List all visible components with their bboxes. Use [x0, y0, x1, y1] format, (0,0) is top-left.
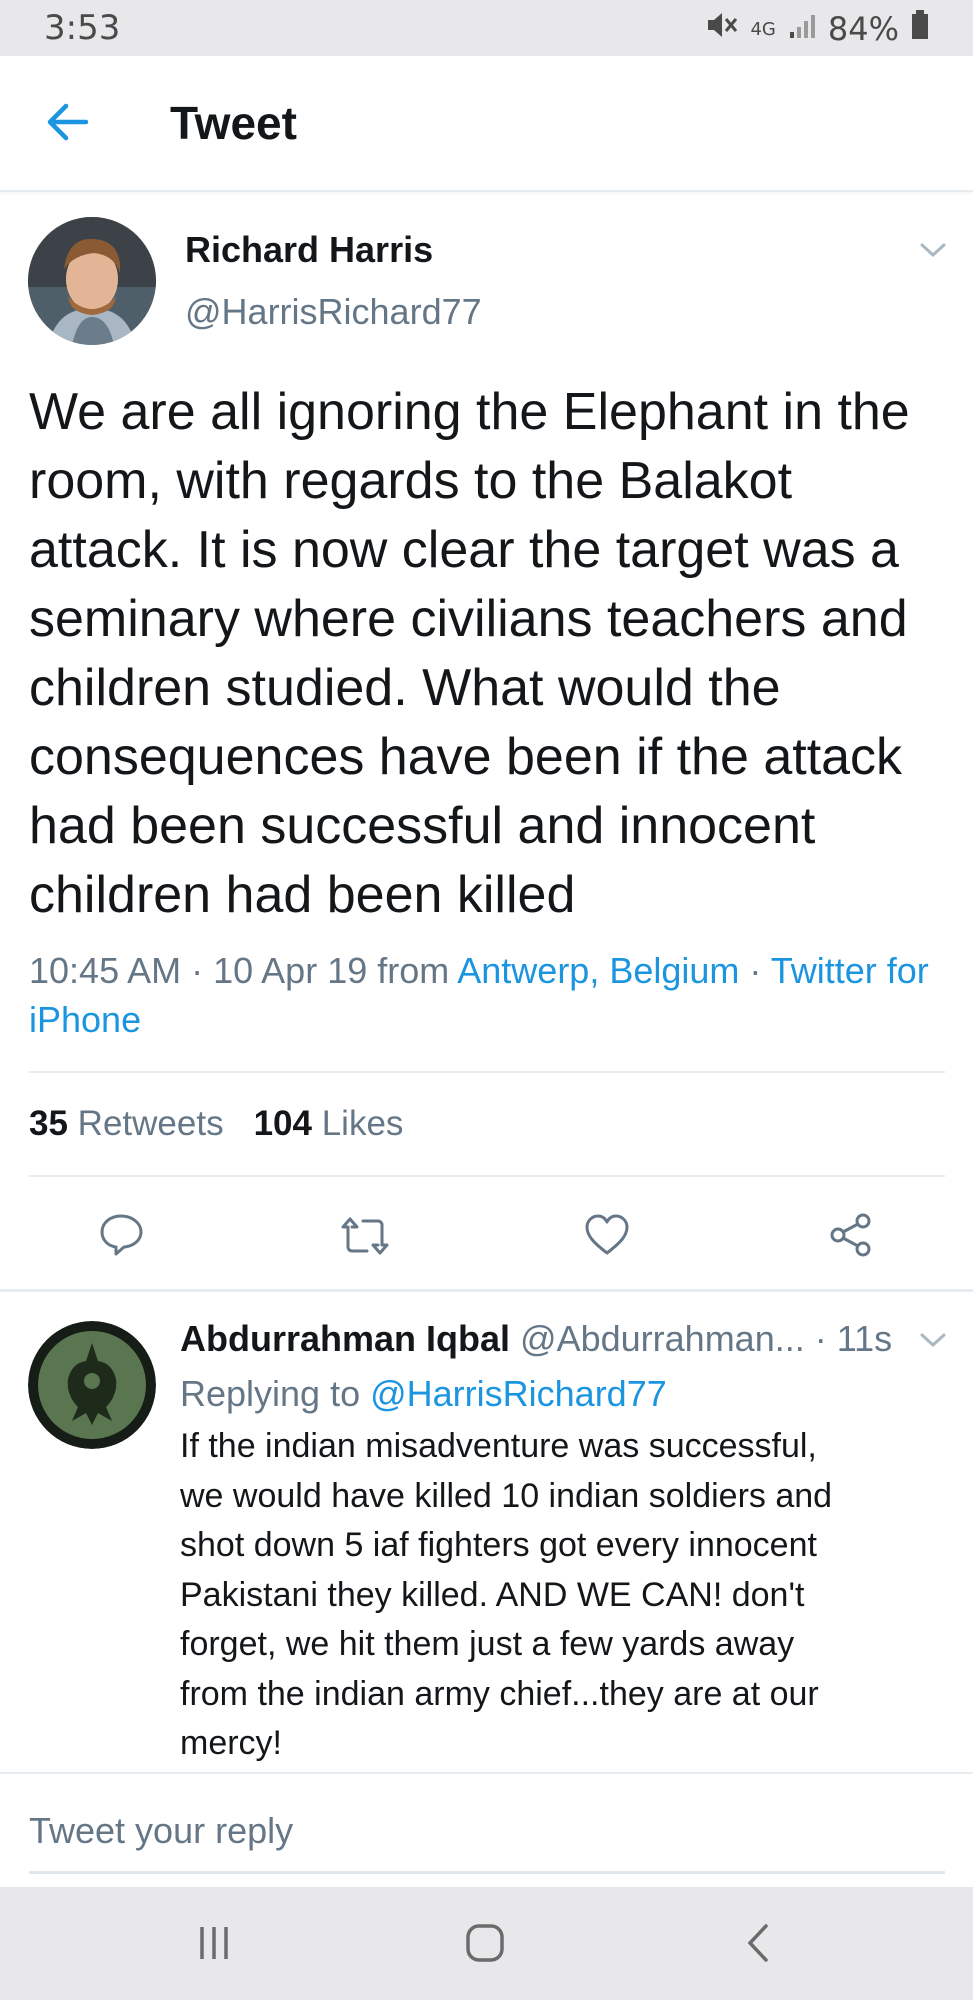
page-title: Tweet — [170, 97, 297, 149]
reply-text-line: shot down 5 iaf fighters got every innoc… — [180, 1526, 817, 1564]
tweet-menu-chevron-icon[interactable] — [918, 240, 948, 260]
network-type: 4G — [750, 18, 776, 40]
status-time: 3:53 — [44, 8, 121, 48]
meta-separator: · — [181, 950, 214, 991]
reply-text-line: we would have killed 10 indian soldiers … — [180, 1476, 833, 1515]
retweet-icon[interactable] — [340, 1215, 390, 1257]
retweets-count: 35 — [29, 1104, 68, 1143]
section-divider — [0, 1289, 973, 1292]
battery-level: 84% — [827, 10, 899, 48]
reply-compose-input[interactable]: Tweet your reply — [29, 1810, 293, 1852]
likes-stat[interactable]: 104 Likes — [254, 1104, 404, 1143]
reply-text-line: from the indian army chief...they are at… — [180, 1674, 819, 1713]
meta-separator: · — [739, 950, 771, 991]
retweets-label: Retweets — [77, 1104, 224, 1143]
author-avatar[interactable] — [28, 217, 156, 345]
tweet-meta: 10:45 AM · 10 Apr 19 from Antwerp, Belgi… — [29, 946, 949, 1044]
share-icon[interactable] — [828, 1212, 874, 1258]
reply-text-line: Pakistani they killed. AND WE CAN! don't — [180, 1575, 805, 1614]
tweet-date: 10 Apr 19 — [213, 950, 368, 991]
home-icon[interactable] — [464, 1922, 506, 1964]
reply-author-avatar[interactable] — [28, 1321, 156, 1449]
replying-to-prefix: Replying to — [180, 1373, 371, 1414]
retweets-stat[interactable]: 35 Retweets — [29, 1104, 224, 1143]
back-nav-icon[interactable] — [744, 1922, 772, 1964]
status-icons: 4G 84% — [706, 10, 929, 48]
author-name[interactable]: Richard Harris — [185, 229, 433, 271]
author-handle[interactable]: @HarrisRichard77 — [185, 291, 482, 333]
reply-icon[interactable] — [98, 1213, 144, 1257]
tweet-location-link[interactable]: Antwerp, Belgium — [457, 950, 739, 991]
reply-header: Abdurrahman Iqbal @Abdurrahman... · 11s — [180, 1318, 892, 1360]
divider — [29, 1175, 945, 1177]
reply-text: If the indian misadventure was successfu… — [180, 1422, 940, 1769]
app-header — [0, 56, 973, 192]
divider — [29, 1071, 945, 1073]
mute-icon — [706, 10, 738, 48]
reply-text-line: If the indian misadventure was successfu… — [180, 1427, 817, 1465]
replying-to: Replying to @HarrisRichard77 — [180, 1373, 667, 1415]
reply-text-line: forget, we hit them just a few yards awa… — [180, 1625, 795, 1663]
reply-author-name[interactable]: Abdurrahman Iqbal — [180, 1318, 510, 1359]
tweet-text: We are all ignoring the Elephant in the … — [29, 383, 910, 924]
tweet-time: 10:45 AM — [29, 950, 182, 991]
like-heart-icon[interactable] — [584, 1213, 630, 1257]
recent-apps-icon[interactable] — [196, 1923, 232, 1963]
divider — [0, 1772, 973, 1774]
reply-menu-chevron-icon[interactable] — [918, 1330, 948, 1350]
replying-to-handle-link[interactable]: @HarrisRichard77 — [370, 1373, 667, 1414]
battery-icon — [911, 10, 929, 48]
signal-icon — [788, 10, 816, 48]
reply-author-handle[interactable]: @Abdurrahman... — [520, 1318, 805, 1359]
tweet-stats: 35 Retweets 104 Likes — [29, 1104, 403, 1144]
likes-label: Likes — [321, 1104, 404, 1143]
meta-from: from — [367, 950, 458, 991]
compose-underline — [29, 1871, 945, 1874]
reply-timestamp: · 11s — [814, 1318, 893, 1359]
likes-count: 104 — [253, 1104, 312, 1143]
back-arrow-icon[interactable] — [44, 102, 89, 142]
reply-text-line: mercy! — [180, 1724, 282, 1762]
